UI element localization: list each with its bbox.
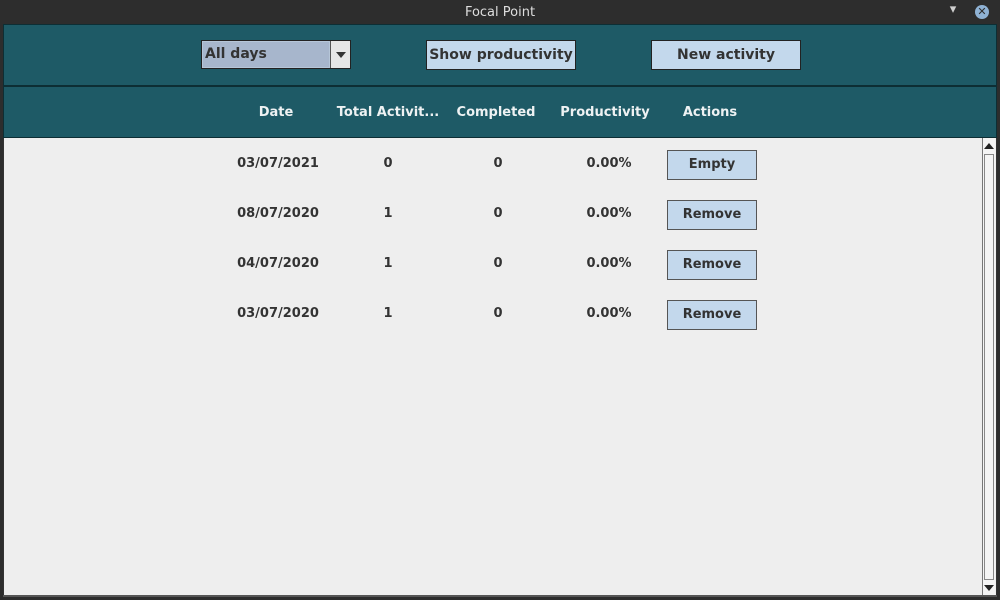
- remove-button[interactable]: Remove: [667, 300, 757, 330]
- total-activities-cell: 1: [383, 306, 393, 321]
- scrollbar-track[interactable]: [984, 154, 994, 580]
- date-cell: 04/07/2020: [237, 256, 319, 271]
- day-filter-select[interactable]: All days: [201, 40, 351, 69]
- arrow-up-icon: [984, 143, 994, 149]
- date-cell: 03/07/2021: [237, 156, 319, 171]
- show-productivity-button[interactable]: Show productivity: [426, 40, 576, 70]
- column-header-productivity[interactable]: Productivity: [555, 105, 655, 120]
- close-icon[interactable]: ✕: [975, 5, 989, 19]
- productivity-cell: 0.00%: [586, 206, 632, 221]
- title-bar: Focal Point ▾ ✕: [0, 0, 1000, 24]
- table-row: 08/07/2020 1 0 0.00% Remove: [4, 189, 980, 239]
- new-activity-button[interactable]: New activity: [651, 40, 801, 70]
- remove-button[interactable]: Remove: [667, 250, 757, 280]
- completed-cell: 0: [493, 256, 503, 271]
- total-activities-cell: 1: [383, 206, 393, 221]
- column-header-actions[interactable]: Actions: [660, 105, 760, 120]
- app-window: Focal Point ▾ ✕ All days Show productivi…: [0, 0, 1000, 600]
- date-cell: 08/07/2020: [237, 206, 319, 221]
- table-row: 03/07/2021 0 0 0.00% Empty: [4, 139, 980, 189]
- dropdown-button[interactable]: [330, 41, 350, 68]
- arrow-down-icon: [984, 585, 994, 591]
- remove-button[interactable]: Remove: [667, 200, 757, 230]
- day-filter-value: All days: [203, 42, 329, 67]
- productivity-cell: 0.00%: [586, 256, 632, 271]
- productivity-cell: 0.00%: [586, 306, 632, 321]
- completed-cell: 0: [493, 306, 503, 321]
- completed-cell: 0: [493, 156, 503, 171]
- toolbar: All days Show productivity New activity: [3, 24, 997, 86]
- vertical-scrollbar[interactable]: [982, 138, 995, 596]
- date-cell: 03/07/2020: [237, 306, 319, 321]
- table-row: 03/07/2020 1 0 0.00% Remove: [4, 289, 980, 339]
- productivity-cell: 0.00%: [586, 156, 632, 171]
- table-row: 04/07/2020 1 0 0.00% Remove: [4, 239, 980, 289]
- column-header-completed[interactable]: Completed: [446, 105, 546, 120]
- chevron-down-icon: [336, 52, 346, 58]
- table-body: 03/07/2021 0 0 0.00% Empty 08/07/2020 1 …: [3, 138, 997, 596]
- column-header-total-activities[interactable]: Total Activit...: [333, 105, 443, 120]
- table-header: Date Total Activit... Completed Producti…: [3, 86, 997, 138]
- column-header-date[interactable]: Date: [226, 105, 326, 120]
- total-activities-cell: 0: [383, 156, 393, 171]
- minimize-icon[interactable]: ▾: [946, 3, 960, 17]
- scroll-down-button[interactable]: [984, 582, 994, 594]
- completed-cell: 0: [493, 206, 503, 221]
- window-title: Focal Point: [464, 5, 536, 20]
- window-bottom-border: [3, 595, 997, 597]
- total-activities-cell: 1: [383, 256, 393, 271]
- empty-button[interactable]: Empty: [667, 150, 757, 180]
- scroll-up-button[interactable]: [984, 140, 994, 152]
